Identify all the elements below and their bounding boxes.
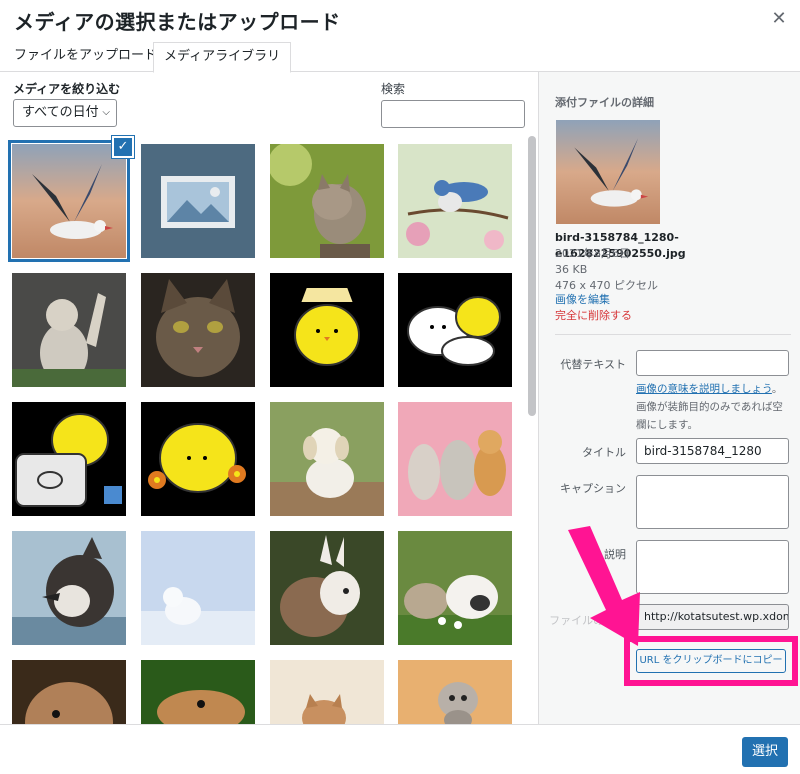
attachment-rabbit[interactable] bbox=[12, 660, 126, 724]
highlight-arrow-icon bbox=[568, 526, 640, 646]
attachment-arctic-fox[interactable] bbox=[141, 531, 255, 645]
file-size: 36 KB bbox=[555, 263, 588, 276]
bunnies-thumbnail bbox=[398, 531, 512, 645]
selected-check-icon[interactable]: ✓ bbox=[112, 136, 134, 158]
kitten-thumbnail bbox=[270, 144, 384, 258]
title-input[interactable]: bird-3158784_1280 bbox=[636, 438, 789, 464]
alt-text-input[interactable] bbox=[636, 350, 789, 376]
attachments-grid: ✓ bbox=[0, 72, 536, 724]
rabbit-grass-thumbnail bbox=[141, 660, 255, 724]
alt-text-label: 代替テキスト bbox=[560, 358, 626, 371]
rabbit-thumbnail bbox=[12, 660, 126, 724]
bird-preview-image bbox=[556, 120, 660, 224]
close-icon[interactable]: ✕ bbox=[768, 8, 790, 30]
file-url-input[interactable]: http://kotatsutest.wp.xdomain.jp/ bbox=[636, 604, 789, 630]
attachment-bunny[interactable] bbox=[270, 531, 384, 645]
attachment-bird[interactable] bbox=[8, 140, 130, 262]
arctic-fox-thumbnail bbox=[141, 531, 255, 645]
details-divider bbox=[555, 334, 791, 335]
caption-label: キャプション bbox=[560, 482, 626, 495]
select-button[interactable]: 選択 bbox=[742, 737, 788, 767]
title-label: タイトル bbox=[582, 446, 626, 459]
image-placeholder-icon bbox=[141, 144, 255, 258]
details-heading: 添付ファイルの詳細 bbox=[555, 96, 654, 109]
attachment-husky[interactable] bbox=[12, 531, 126, 645]
attachment-cat-reaching[interactable] bbox=[12, 273, 126, 387]
alt-text-help: 画像の意味を説明しましょう。 画像が装飾目的のみであれば空 欄にします。 bbox=[636, 380, 796, 434]
attachment-chick-and-dog[interactable] bbox=[398, 273, 512, 387]
cat-reaching-thumbnail bbox=[12, 273, 126, 387]
alt-text-help-line3: 欄にします。 bbox=[636, 419, 698, 431]
chick-flowers-thumbnail bbox=[141, 402, 255, 516]
caption-textarea[interactable] bbox=[636, 475, 789, 529]
attachment-placeholder[interactable] bbox=[141, 144, 255, 258]
edit-image-link[interactable]: 画像を編集 bbox=[555, 292, 610, 308]
attachment-kitten[interactable] bbox=[270, 144, 384, 258]
chick-lamp-thumbnail bbox=[270, 273, 384, 387]
scottish-fold-thumbnail bbox=[398, 660, 512, 724]
attachment-kittens[interactable] bbox=[270, 660, 384, 724]
attachments-browser: メディアを絞り込む すべての日付 ⌵ 検索 ✓ bbox=[0, 72, 538, 724]
blue-bird-thumbnail bbox=[398, 144, 512, 258]
tab-media-library[interactable]: メディアライブラリ bbox=[153, 42, 292, 73]
modal-title: メディアの選択またはアップロード bbox=[14, 10, 341, 34]
tabby-cat-thumbnail bbox=[141, 273, 255, 387]
attachment-scottish-fold[interactable] bbox=[398, 660, 512, 724]
attachment-blue-bird[interactable] bbox=[398, 144, 512, 258]
delete-permanently-link[interactable]: 完全に削除する bbox=[555, 308, 632, 324]
dogs-thumbnail bbox=[398, 402, 512, 516]
puppy-thumbnail bbox=[270, 402, 384, 516]
alt-text-help-link[interactable]: 画像の意味を説明しましょう bbox=[636, 383, 772, 395]
highlight-box bbox=[624, 636, 798, 686]
upload-date: 2021年8月6日 bbox=[555, 247, 630, 260]
attachment-bunnies[interactable] bbox=[398, 531, 512, 645]
tab-bar: ファイルをアップロード メディアライブラリ bbox=[0, 38, 800, 73]
attachment-chick-lamp[interactable] bbox=[270, 273, 384, 387]
attachment-puppy[interactable] bbox=[270, 402, 384, 516]
tab-upload-files[interactable]: ファイルをアップロード bbox=[4, 42, 167, 72]
chick-and-dog-thumbnail bbox=[398, 273, 512, 387]
modal-toolbar: 選択 bbox=[0, 724, 800, 774]
details-thumbnail bbox=[555, 120, 661, 224]
bunny-thumbnail bbox=[270, 531, 384, 645]
attachment-chick-flowers[interactable] bbox=[141, 402, 255, 516]
chick-laptop-thumbnail bbox=[12, 402, 126, 516]
media-modal: メディアの選択またはアップロード ✕ ファイルをアップロード メディアライブラリ… bbox=[0, 0, 800, 774]
description-textarea[interactable] bbox=[636, 540, 789, 594]
husky-thumbnail bbox=[12, 531, 126, 645]
attachment-dogs[interactable] bbox=[398, 402, 512, 516]
attachment-chick-laptop[interactable] bbox=[12, 402, 126, 516]
grid-scrollbar[interactable] bbox=[528, 136, 536, 416]
alt-text-help-period: 。 bbox=[771, 383, 783, 395]
attachment-tabby-cat[interactable] bbox=[141, 273, 255, 387]
bird-thumbnail bbox=[12, 144, 126, 258]
attachment-rabbit-grass[interactable] bbox=[141, 660, 255, 724]
kittens-thumbnail bbox=[270, 660, 384, 724]
alt-text-help-line2: 画像が装飾目的のみであれば空 bbox=[636, 401, 783, 413]
